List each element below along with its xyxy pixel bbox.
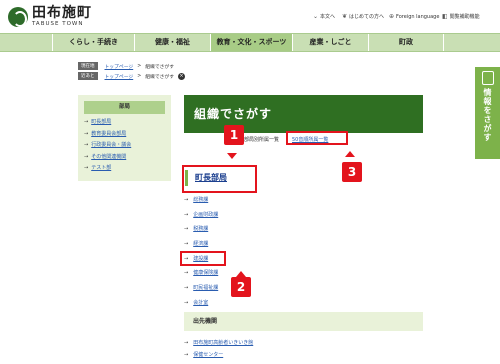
department-item[interactable]: → 健康保険課 — [184, 271, 218, 276]
search-document-icon — [481, 71, 494, 85]
department-label[interactable]: 町民福祉課 — [193, 286, 218, 291]
arrow-right-icon: → — [84, 165, 89, 171]
util-link-skip-to-content[interactable]: ⌄ 本文へ — [313, 13, 335, 20]
department-item[interactable]: → 税務課 — [184, 227, 218, 232]
department-item[interactable]: → 企画財政課 — [184, 211, 218, 218]
util-label: Foreign language — [396, 13, 440, 20]
sidebar-item[interactable]: → テスト部 — [84, 166, 131, 171]
util-link-foreign-language[interactable]: ⊕ Foreign language — [389, 13, 439, 20]
chevron-right-icon: > — [137, 73, 142, 79]
annotation-badge-1: 1 — [224, 125, 244, 145]
arrow-right-icon: → — [84, 119, 89, 125]
nav-item-town-admin[interactable]: 町政 — [368, 34, 444, 51]
nav-item-health[interactable]: 健康・福祉 — [134, 34, 210, 51]
branch-label[interactable]: 保健センター — [193, 352, 223, 358]
speaker-icon: ◧ — [442, 13, 448, 20]
department-label[interactable]: 企画財政課 — [193, 212, 218, 218]
util-link-first-time[interactable]: ❦ はじめての方へ — [342, 13, 384, 20]
arrow-right-icon: → — [184, 270, 189, 277]
sidebar-item[interactable]: → 行政委員会・議会 — [84, 143, 131, 148]
sidebar-item-label[interactable]: 町長部局 — [91, 120, 111, 125]
page-title: 組織でさがす — [184, 95, 423, 133]
arrow-right-icon: → — [84, 153, 89, 160]
annotation-badge-2: 2 — [231, 277, 251, 297]
find-info-tab[interactable]: 情報をさがす — [475, 67, 500, 159]
recent-top-link[interactable]: トップページ — [105, 73, 134, 80]
sidebar-item[interactable]: → その他関連機関 — [84, 153, 131, 160]
sidebar-item[interactable]: → 町長部局 — [84, 120, 131, 125]
nav-item-industry[interactable]: 産業・しごと — [292, 34, 368, 51]
recent-breadcrumb: 近あと トップページ > 組織でさがす × — [78, 72, 186, 80]
arrow-up-icon — [345, 151, 355, 157]
util-label: はじめての方へ — [349, 14, 385, 20]
nav-item-living[interactable]: くらし・手続き — [52, 34, 134, 51]
arrow-right-icon: → — [184, 351, 189, 358]
sidebar-item-label[interactable]: 行政委員会・議会 — [91, 143, 131, 148]
sidebar-item-label[interactable]: 教育委員会部局 — [91, 131, 126, 137]
arrow-right-icon: → — [184, 197, 189, 203]
highlight-box-1 — [182, 165, 257, 193]
arrow-right-icon: → — [184, 241, 189, 248]
logo-subtitle: TABUSE TOWN — [32, 21, 84, 27]
chevron-right-icon: > — [137, 63, 142, 69]
sidebar-item[interactable]: → 教育委員会部局 — [84, 130, 131, 137]
breadcrumb-label: 現在地 — [78, 62, 98, 70]
highlight-box-2 — [180, 251, 226, 266]
department-item[interactable]: → 町民福祉課 — [184, 286, 218, 291]
arrow-right-icon: → — [184, 340, 189, 346]
department-label[interactable]: 健康保険課 — [193, 271, 218, 276]
arrow-down-icon: ⌄ — [313, 13, 319, 20]
department-label[interactable]: 会計室 — [193, 300, 208, 306]
logo-title: 田布施町 — [32, 5, 92, 21]
branch-item[interactable]: → 保健センター — [184, 351, 253, 358]
department-item[interactable]: → 経済課 — [184, 242, 218, 247]
sidebar-list: → 町長部局 → 教育委員会部局 → 行政委員会・議会 → その他関連機関 → テスト部 — [84, 120, 131, 178]
util-link-accessibility[interactable]: ◧ 閲覧補助機能 — [442, 13, 480, 20]
util-label: 閲覧補助機能 — [449, 14, 480, 20]
breadcrumb: 現在地 トップページ > 組織でさがす — [78, 62, 174, 70]
department-label[interactable]: 経済課 — [193, 242, 208, 247]
department-label[interactable]: 総務課 — [193, 198, 208, 203]
arrow-down-icon — [227, 153, 237, 159]
annotation-badge-3: 3 — [342, 162, 362, 182]
global-nav: くらし・手続き 健康・福祉 教育・文化・スポーツ 産業・しごと 町政 — [0, 33, 500, 52]
breadcrumb-top-link[interactable]: トップページ — [105, 63, 134, 70]
town-emblem-icon — [8, 7, 28, 27]
util-label: 本文へ — [320, 14, 336, 20]
arrow-right-icon: → — [184, 211, 189, 218]
department-item[interactable]: → 総務課 — [184, 198, 218, 203]
department-item[interactable]: → 会計室 — [184, 299, 218, 306]
find-info-label: 情報をさがす — [483, 88, 492, 142]
arrow-right-icon: → — [184, 299, 189, 306]
site-logo[interactable]: 田布施町 TABUSE TOWN — [8, 6, 92, 28]
nav-item-education[interactable]: 教育・文化・スポーツ — [210, 34, 292, 51]
arrow-right-icon: → — [184, 226, 189, 233]
sidebar-item-label[interactable]: その他関連機関 — [91, 154, 126, 160]
branch-label[interactable]: 田布施町高齢者いきいき館 — [193, 341, 253, 346]
globe-icon: ⊕ — [389, 13, 395, 20]
leaf-icon: ❦ — [342, 13, 348, 20]
branch-list: → 田布施町高齢者いきいき館 → 保健センター — [184, 341, 253, 364]
recent-current: 組織でさがす — [145, 74, 175, 80]
recent-label: 近あと — [78, 72, 98, 80]
branch-heading: 出先機関 — [184, 312, 423, 331]
arrow-right-icon: → — [84, 130, 89, 137]
branch-item[interactable]: → 田布施町高齢者いきいき館 — [184, 341, 253, 346]
highlight-box-3 — [286, 131, 348, 145]
category-text: 部局別所属一覧 — [244, 137, 280, 143]
close-icon[interactable]: × — [178, 72, 186, 80]
arrow-right-icon: → — [184, 285, 189, 292]
arrow-right-icon: → — [84, 142, 89, 148]
sidebar-heading: 部局 — [84, 101, 165, 114]
sidebar-item-label[interactable]: テスト部 — [91, 166, 111, 171]
breadcrumb-current: 組織でさがす — [145, 64, 175, 70]
department-label[interactable]: 税務課 — [193, 227, 208, 232]
